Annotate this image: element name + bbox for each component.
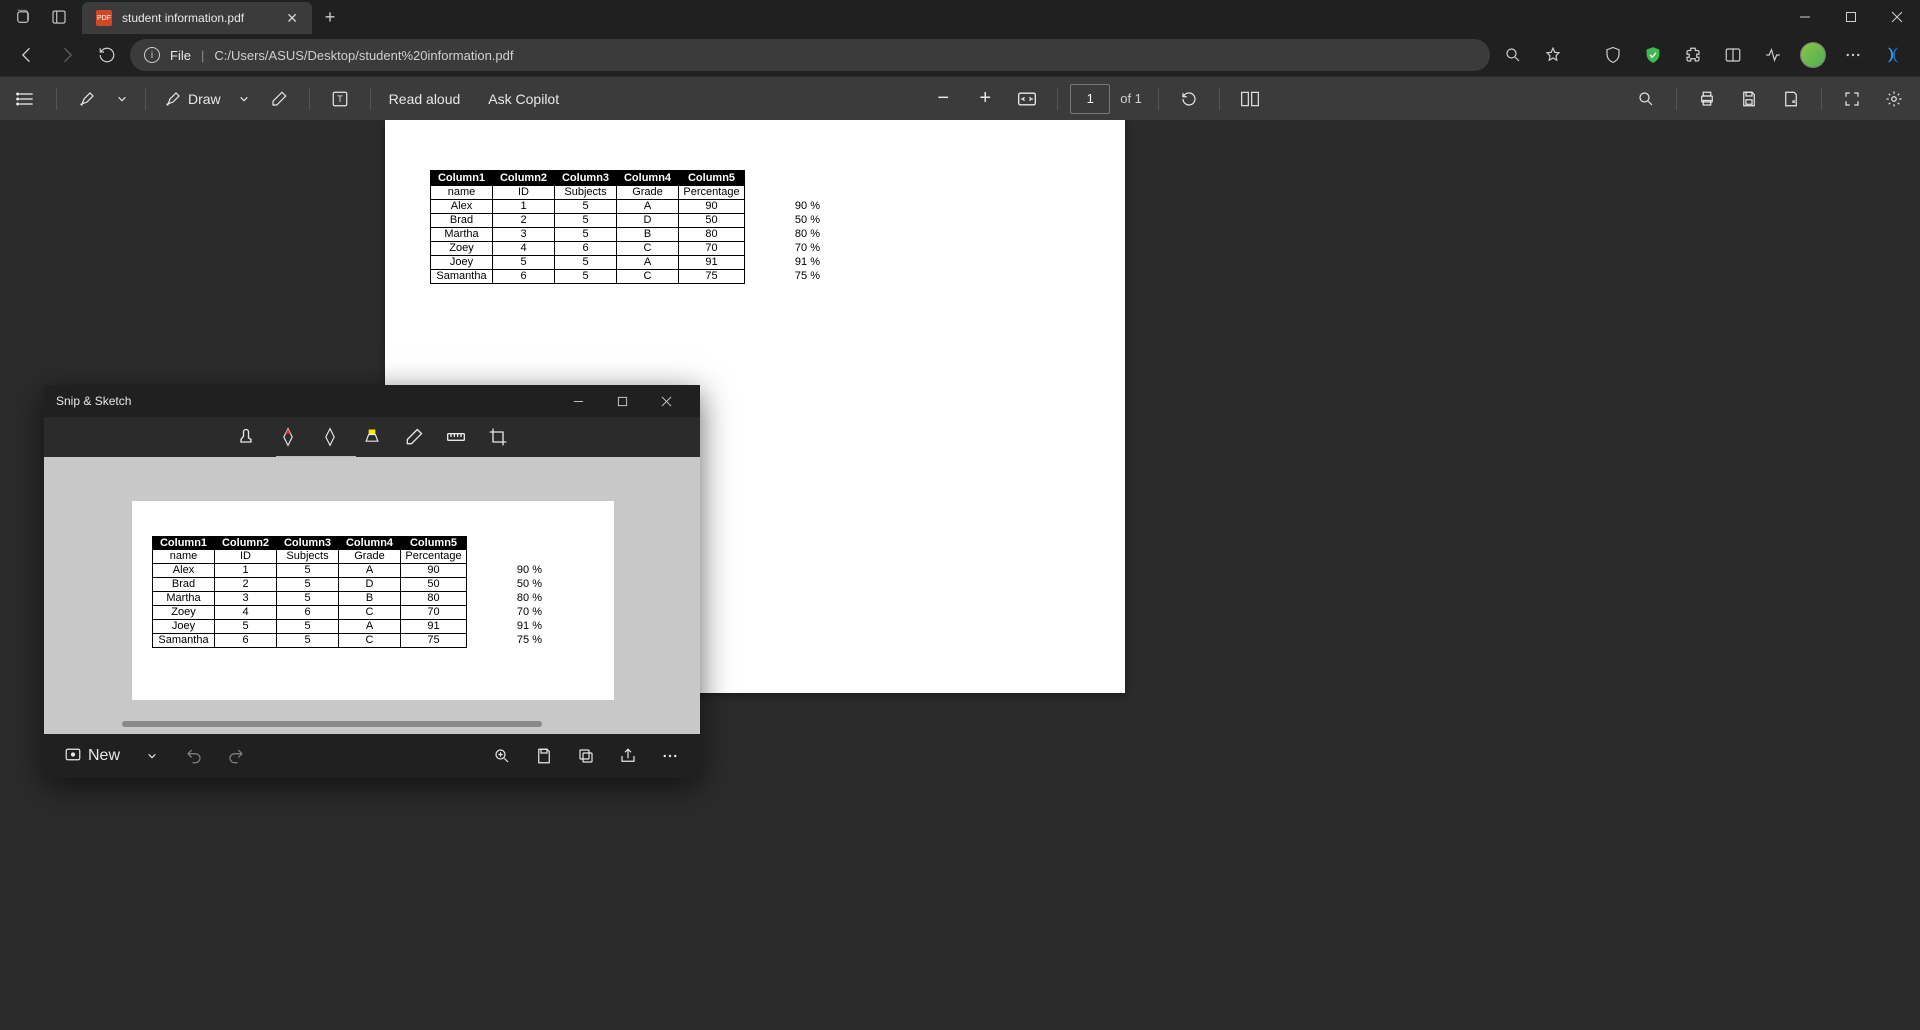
- find-button[interactable]: [1628, 81, 1664, 117]
- snip-new-button[interactable]: New: [58, 740, 126, 772]
- snip-maximize-button[interactable]: [600, 385, 644, 417]
- tab-title: student information.pdf: [122, 11, 276, 25]
- address-bar-row: i File | C:/Users/ASUS/Desktop/student%2…: [0, 34, 1920, 76]
- pdf-settings-button[interactable]: [1876, 81, 1912, 117]
- tracking-prevention-icon[interactable]: [1596, 38, 1630, 72]
- print-button[interactable]: [1689, 81, 1725, 117]
- snip-new-dropdown[interactable]: [136, 740, 168, 772]
- pencil-icon[interactable]: [318, 425, 342, 449]
- window-maximize-button[interactable]: [1828, 0, 1874, 34]
- read-aloud-label: Read aloud: [389, 91, 461, 107]
- draw-label: Draw: [188, 91, 221, 107]
- workspaces-icon[interactable]: [14, 8, 32, 26]
- url-path: C:/Users/ASUS/Desktop/student%20informat…: [214, 48, 513, 63]
- back-button[interactable]: [10, 38, 44, 72]
- read-aloud-button[interactable]: Read aloud: [383, 81, 467, 117]
- split-screen-icon[interactable]: [1716, 38, 1750, 72]
- zoom-out-button[interactable]: −: [925, 81, 961, 117]
- url-scheme-label: File: [170, 48, 191, 63]
- svg-text:T: T: [337, 94, 343, 104]
- table-cell: Percentage: [679, 186, 745, 200]
- page-total-label: of 1: [1120, 91, 1142, 106]
- table-cell: ID: [493, 186, 555, 200]
- snip-title-label: Snip & Sketch: [56, 394, 131, 408]
- snip-more-button[interactable]: [654, 740, 686, 772]
- snip-student-table: Column1Column2Column3Column4Column5 name…: [152, 536, 467, 648]
- fullscreen-button[interactable]: [1834, 81, 1870, 117]
- table-cell: name: [431, 186, 493, 200]
- table-cell: Subjects: [555, 186, 617, 200]
- snip-save-button[interactable]: [528, 740, 560, 772]
- refresh-button[interactable]: [90, 38, 124, 72]
- snip-redo-button[interactable]: [220, 740, 252, 772]
- browser-titlebar: PDF student information.pdf ✕ +: [0, 0, 1920, 34]
- new-tab-button[interactable]: +: [312, 0, 348, 34]
- security-shield-icon[interactable]: [1636, 38, 1670, 72]
- ask-copilot-label: Ask Copilot: [488, 91, 559, 107]
- draw-button[interactable]: Draw: [158, 81, 227, 117]
- add-text-button[interactable]: T: [322, 81, 358, 117]
- performance-icon[interactable]: [1756, 38, 1790, 72]
- url-separator: |: [201, 48, 204, 63]
- snip-h-scrollbar[interactable]: [122, 721, 542, 727]
- ruler-icon[interactable]: [444, 425, 468, 449]
- favorite-button[interactable]: [1536, 38, 1570, 72]
- touch-writing-icon[interactable]: [234, 425, 258, 449]
- highlight-button[interactable]: [69, 81, 105, 117]
- ballpoint-pen-icon[interactable]: [276, 425, 300, 449]
- page-number-input[interactable]: [1070, 84, 1110, 114]
- tab-actions-icon[interactable]: [50, 8, 68, 26]
- snip-undo-button[interactable]: [178, 740, 210, 772]
- snip-close-button[interactable]: [644, 385, 688, 417]
- col1-header: Column1: [431, 171, 493, 186]
- copilot-button[interactable]: [1876, 38, 1910, 72]
- tab-close-button[interactable]: ✕: [286, 10, 298, 27]
- contents-toggle-icon[interactable]: [8, 81, 44, 117]
- browser-tab[interactable]: PDF student information.pdf ✕: [82, 2, 312, 34]
- highlight-dropdown[interactable]: [111, 81, 133, 117]
- student-table: Column1 Column2 Column3 Column4 Column5 …: [430, 170, 745, 284]
- snip-minimize-button[interactable]: [556, 385, 600, 417]
- address-bar[interactable]: i File | C:/Users/ASUS/Desktop/student%2…: [130, 39, 1490, 71]
- window-close-button[interactable]: [1874, 0, 1920, 34]
- extensions-icon[interactable]: [1676, 38, 1710, 72]
- save-button[interactable]: [1731, 81, 1767, 117]
- snip-titlebar[interactable]: Snip & Sketch: [44, 385, 700, 417]
- site-info-icon[interactable]: i: [144, 47, 160, 63]
- more-menu-button[interactable]: [1836, 38, 1870, 72]
- crop-icon[interactable]: [486, 425, 510, 449]
- snip-percentage-column: 90 %50 %80 %70 %91 %75 %: [502, 563, 542, 647]
- col2-header: Column2: [493, 171, 555, 186]
- ask-copilot-button[interactable]: Ask Copilot: [482, 81, 565, 117]
- snip-toolbar: [44, 417, 700, 457]
- snip-zoom-button[interactable]: [486, 740, 518, 772]
- snip-new-label: New: [88, 747, 120, 765]
- snip-copy-button[interactable]: [570, 740, 602, 772]
- zoom-indicator-icon[interactable]: [1496, 38, 1530, 72]
- col5-header: Column5: [679, 171, 745, 186]
- col4-header: Column4: [617, 171, 679, 186]
- zoom-in-button[interactable]: +: [967, 81, 1003, 117]
- pdf-favicon-icon: PDF: [96, 10, 112, 26]
- snip-bottom-bar: New: [44, 734, 700, 778]
- snip-canvas[interactable]: Column1Column2Column3Column4Column5 name…: [44, 457, 700, 734]
- erase-button[interactable]: [261, 81, 297, 117]
- highlighter-icon[interactable]: [360, 425, 384, 449]
- col3-header: Column3: [555, 171, 617, 186]
- eraser-icon[interactable]: [402, 425, 426, 449]
- draw-dropdown[interactable]: [233, 81, 255, 117]
- save-as-button[interactable]: [1773, 81, 1809, 117]
- snip-sketch-window: Snip & Sketch Column1Column2Column3Colum…: [44, 385, 700, 778]
- percentage-column: 90 % 50 % 80 % 70 % 91 % 75 %: [780, 199, 820, 283]
- fit-width-button[interactable]: [1009, 81, 1045, 117]
- page-view-button[interactable]: [1232, 81, 1268, 117]
- pdf-toolbar: Draw T Read aloud Ask Copilot − + of 1: [0, 76, 1920, 120]
- snip-captured-image: Column1Column2Column3Column4Column5 name…: [132, 501, 614, 700]
- table-cell: Grade: [617, 186, 679, 200]
- window-minimize-button[interactable]: [1782, 0, 1828, 34]
- snip-share-button[interactable]: [612, 740, 644, 772]
- profile-avatar[interactable]: [1796, 38, 1830, 72]
- forward-button[interactable]: [50, 38, 84, 72]
- rotate-button[interactable]: [1171, 81, 1207, 117]
